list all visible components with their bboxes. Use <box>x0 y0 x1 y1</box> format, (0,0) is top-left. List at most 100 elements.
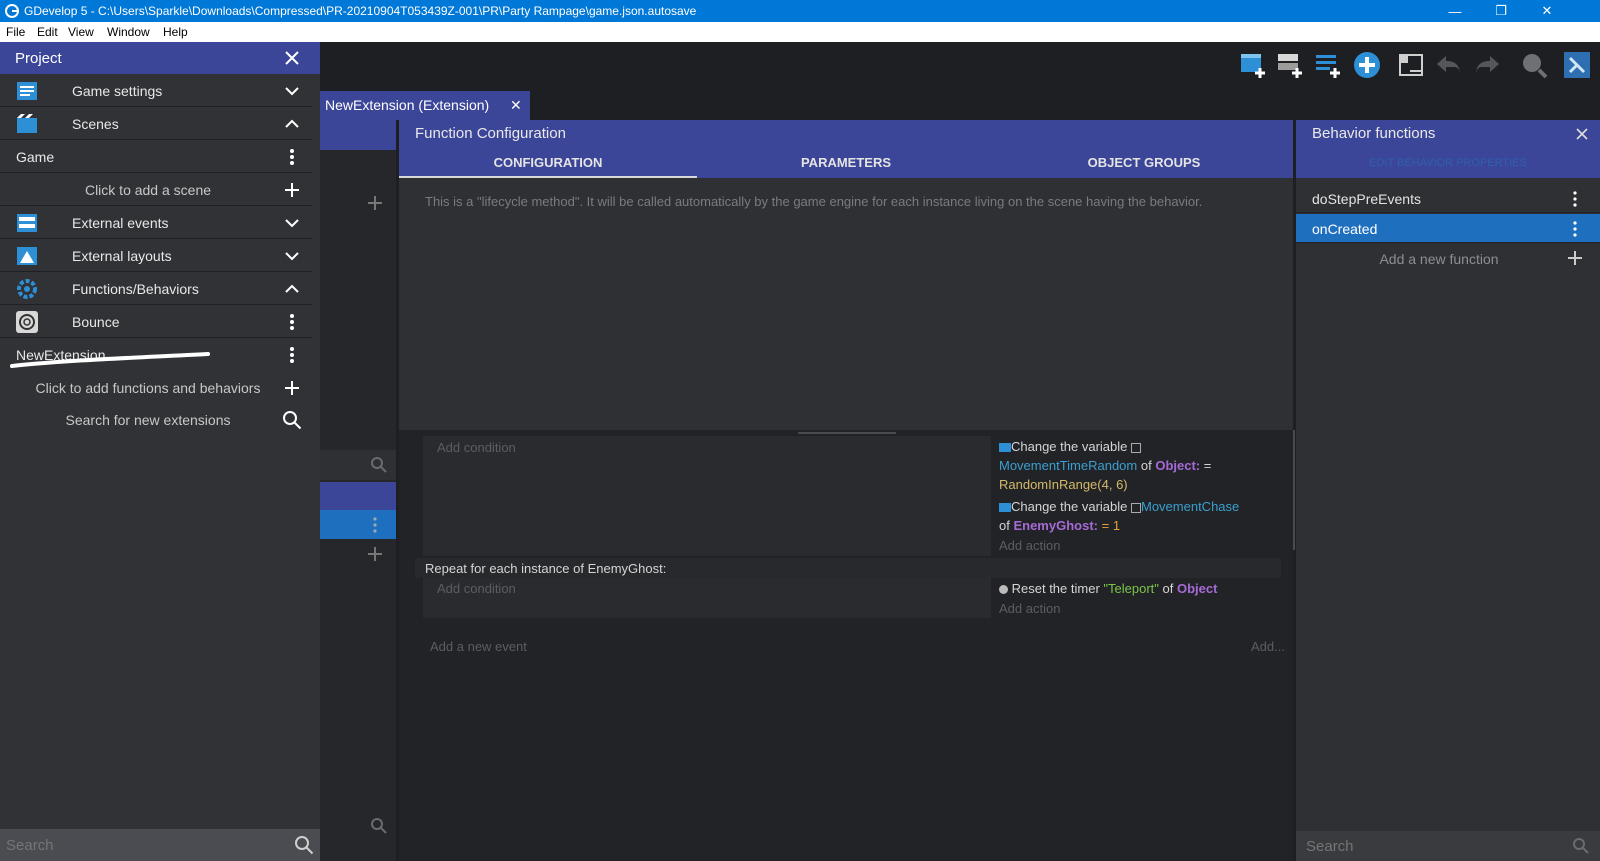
menu-view[interactable]: View <box>68 25 94 39</box>
menu-edit[interactable]: Edit <box>37 25 58 39</box>
add-function-row[interactable]: Add a new function <box>1296 244 1600 273</box>
chevron-down-icon[interactable] <box>282 81 302 101</box>
search-icon[interactable] <box>370 817 388 835</box>
project-item-game-settings[interactable]: Game settings <box>0 75 312 107</box>
project-item-external-events[interactable]: External events <box>0 207 312 239</box>
add-action-link[interactable]: Add action <box>999 538 1060 553</box>
action-change-variable-1-value[interactable]: RandomInRange(4, 6) <box>999 477 1128 492</box>
function-configuration-panel: Function Configuration CONFIGURATION PAR… <box>399 120 1293 430</box>
event-2-actions: Reset the timer "Teleport" of Object Add… <box>991 578 1281 618</box>
tools-icon[interactable] <box>1562 50 1592 80</box>
project-item-scenes[interactable]: Scenes <box>0 108 312 140</box>
variable-icon <box>999 443 1011 453</box>
underline-annotation <box>10 352 210 368</box>
gdevelop-app-icon <box>5 4 19 18</box>
tab-object-groups[interactable]: OBJECT GROUPS <box>995 148 1293 178</box>
add-new-event-link[interactable]: Add a new event <box>430 639 527 654</box>
search-icon[interactable] <box>1572 837 1590 855</box>
window-icon[interactable] <box>1396 50 1426 80</box>
undo-icon[interactable] <box>1434 50 1464 80</box>
strip-selected-row[interactable] <box>320 510 396 539</box>
function-item-oncreated[interactable]: onCreated <box>1296 214 1600 243</box>
project-panel-header: Project <box>0 42 320 74</box>
more-options-icon[interactable] <box>282 147 302 167</box>
restore-button[interactable]: ❐ <box>1478 0 1524 22</box>
add-condition-link[interactable]: Add condition <box>437 440 516 455</box>
project-panel: Project Game settings Scenes Game Click … <box>0 42 320 861</box>
event-2-conditions[interactable]: Add condition <box>423 578 991 618</box>
add-action-link[interactable]: Add action <box>999 601 1060 616</box>
tab-parameters[interactable]: PARAMETERS <box>697 148 995 178</box>
edit-behavior-properties-bar: EDIT BEHAVIOR PROPERTIES <box>1296 148 1600 178</box>
project-search-input[interactable] <box>6 833 286 857</box>
action-change-variable-1-line2[interactable]: MovementTimeRandom of Object: = <box>999 458 1211 473</box>
edit-behavior-properties-button[interactable]: EDIT BEHAVIOR PROPERTIES <box>1296 157 1600 169</box>
add-object-icon[interactable] <box>1275 50 1305 80</box>
add-condition-link[interactable]: Add condition <box>437 581 516 596</box>
search-icon[interactable] <box>294 835 314 855</box>
chevron-down-icon[interactable] <box>282 213 302 233</box>
add-functions-behaviors-row[interactable]: Click to add functions and behaviors <box>0 372 312 404</box>
extension-item-bounce[interactable]: Bounce <box>0 306 312 338</box>
function-item-dostepreevents[interactable]: doStepPreEvents <box>1296 184 1600 213</box>
plus-icon[interactable] <box>1566 249 1584 267</box>
scene-item-game[interactable]: Game <box>0 141 312 173</box>
object-icon <box>1130 442 1141 453</box>
plus-icon[interactable] <box>366 545 384 563</box>
action-change-variable-2[interactable]: Change the variable MovementChase <box>999 499 1239 514</box>
project-item-functions-behaviors[interactable]: Functions/Behaviors <box>0 273 312 305</box>
plus-icon[interactable] <box>366 194 384 212</box>
behavior-functions-title: Behavior functions <box>1312 125 1436 142</box>
project-title: Project <box>15 50 62 67</box>
behavior-functions-search-input[interactable] <box>1306 835 1556 857</box>
functions-list-strip <box>320 120 396 861</box>
minimize-button[interactable]: — <box>1432 0 1478 22</box>
close-icon[interactable]: ✕ <box>510 97 522 114</box>
menu-file[interactable]: File <box>6 25 25 39</box>
more-options-icon[interactable] <box>1568 190 1582 208</box>
tab-configuration[interactable]: CONFIGURATION <box>399 148 697 178</box>
more-options-icon[interactable] <box>1568 220 1582 238</box>
add-more-link[interactable]: Add... <box>1251 639 1285 654</box>
event-1-conditions[interactable]: Add condition <box>423 436 991 556</box>
menu-window[interactable]: Window <box>107 25 150 39</box>
repeat-label: Repeat for each instance of EnemyGhost: <box>425 561 667 576</box>
events-scrollbar[interactable] <box>1293 430 1295 550</box>
resize-handle[interactable] <box>798 432 896 434</box>
menu-help[interactable]: Help <box>163 25 188 39</box>
add-layer-icon[interactable] <box>1313 50 1343 80</box>
chevron-up-icon[interactable] <box>282 279 302 299</box>
more-options-icon[interactable] <box>282 312 302 332</box>
variable-icon <box>999 503 1011 513</box>
external-events-icon <box>17 214 37 232</box>
search-icon[interactable] <box>1519 50 1549 80</box>
timer-icon <box>999 585 1008 595</box>
tab-newextension[interactable]: NewExtension (Extension) ✕ <box>320 91 530 120</box>
redo-icon[interactable] <box>1472 50 1502 80</box>
window-titlebar: GDevelop 5 - C:\Users\Sparkle\Downloads\… <box>0 0 1600 22</box>
chevron-up-icon[interactable] <box>282 114 302 134</box>
action-change-variable-1[interactable]: Change the variable <box>999 439 1141 454</box>
action-reset-timer[interactable]: Reset the timer "Teleport" of Object <box>999 581 1217 596</box>
close-icon[interactable] <box>1576 128 1588 140</box>
action-change-variable-2-line2[interactable]: of EnemyGhost: = 1 <box>999 518 1120 533</box>
chevron-down-icon[interactable] <box>282 246 302 266</box>
search-icon[interactable] <box>370 456 388 474</box>
close-window-button[interactable]: ✕ <box>1524 0 1570 22</box>
events-sheet: Add condition Change the variable Moveme… <box>399 430 1295 861</box>
more-options-icon[interactable] <box>282 345 302 365</box>
more-options-icon[interactable] <box>368 516 382 534</box>
object-icon <box>1130 502 1141 513</box>
menu-bar: File Edit View Window Help <box>0 22 1600 42</box>
add-scene-row[interactable]: Click to add a scene <box>0 174 312 206</box>
plus-icon[interactable] <box>282 378 302 398</box>
close-icon[interactable] <box>284 50 300 66</box>
plus-icon[interactable] <box>282 180 302 200</box>
strip-header-2 <box>320 482 396 510</box>
project-item-external-layouts[interactable]: External layouts <box>0 240 312 272</box>
repeat-event-header[interactable]: Repeat for each instance of EnemyGhost: <box>415 558 1281 578</box>
search-extensions-row[interactable]: Search for new extensions <box>0 404 312 436</box>
add-event-icon[interactable] <box>1352 50 1382 80</box>
search-icon[interactable] <box>282 410 302 430</box>
add-scene-icon[interactable] <box>1238 50 1268 80</box>
